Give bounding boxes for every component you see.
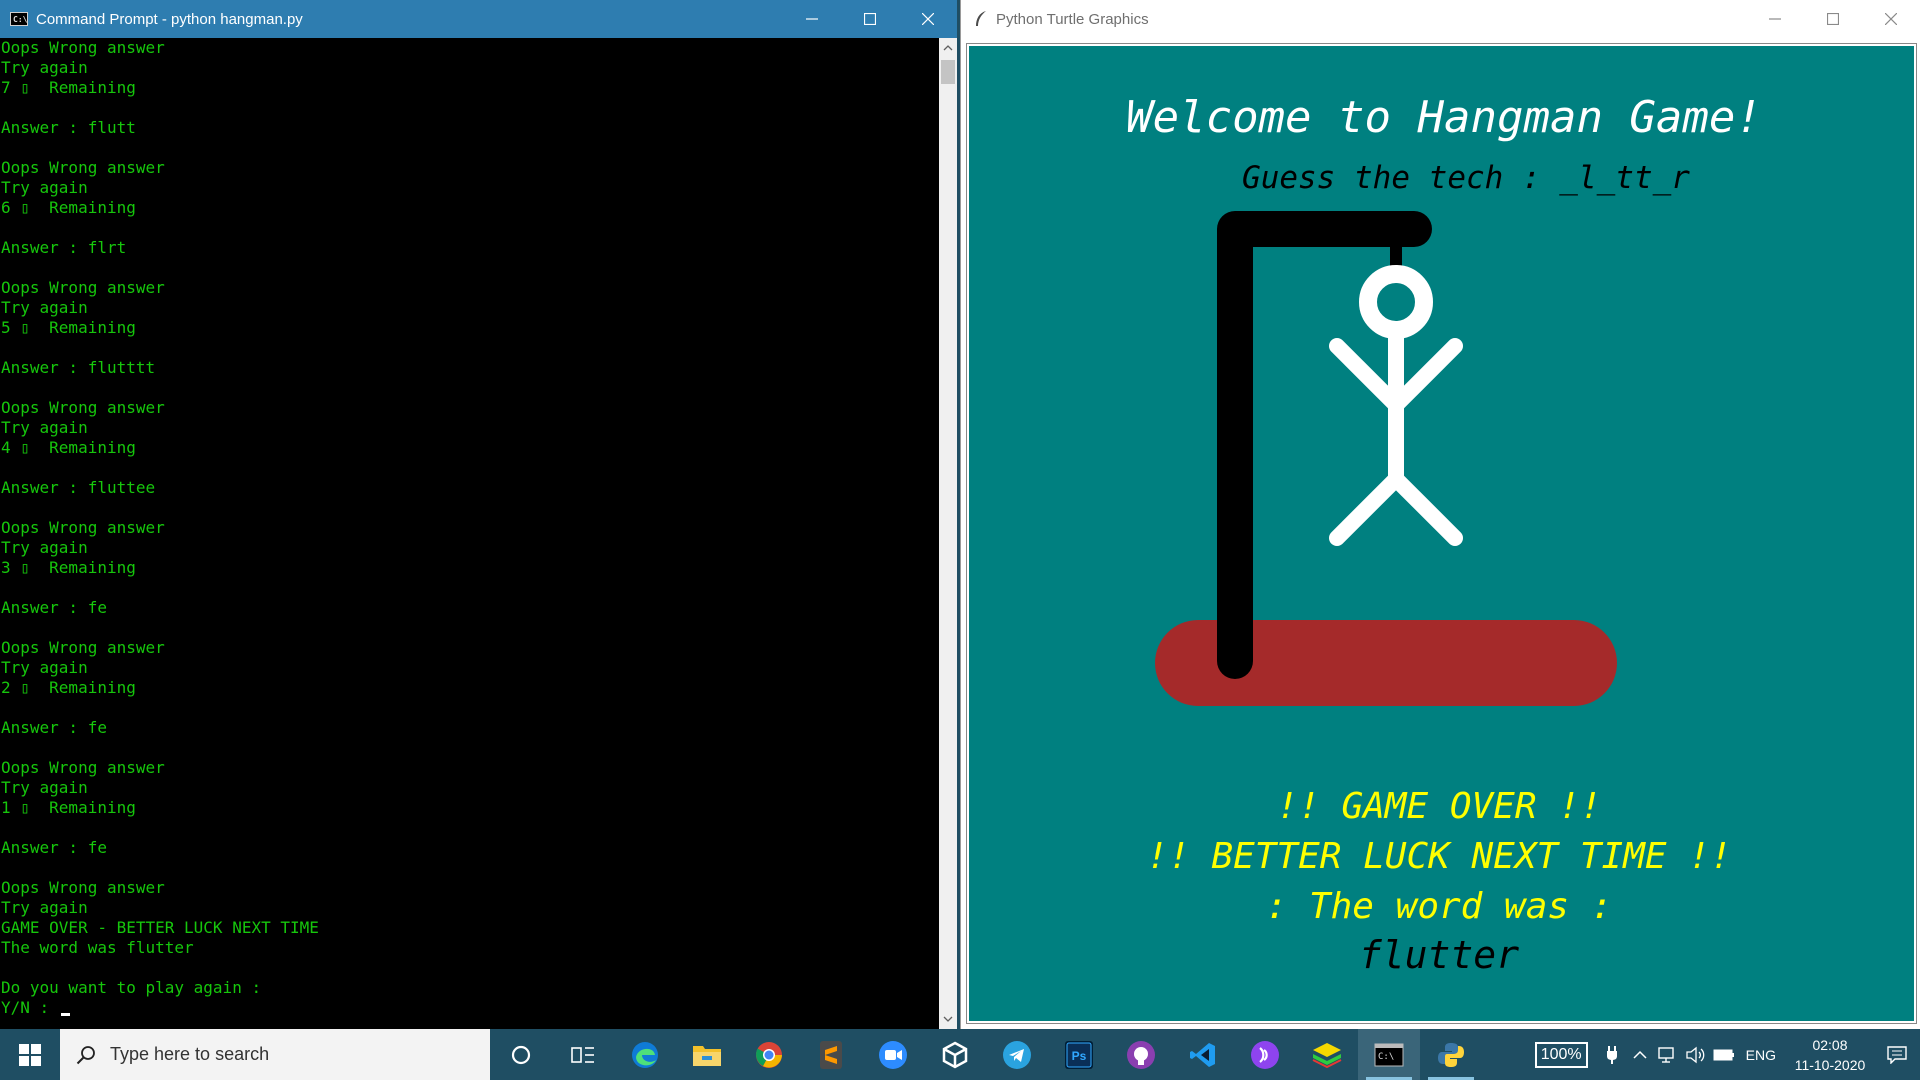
file-explorer-icon: [693, 1045, 721, 1066]
game-over-text: !! GAME OVER !!: [1276, 786, 1601, 827]
cmd-window-title: Command Prompt - python hangman.py: [36, 10, 303, 28]
zoom-icon: [879, 1040, 907, 1069]
guess-prompt: Guess the tech : _l_tt_r: [1242, 160, 1690, 196]
taskbar-app-vscode[interactable]: [1172, 1029, 1234, 1080]
vscode-icon: [1190, 1042, 1215, 1067]
github-desktop-icon: [1127, 1040, 1155, 1069]
taskbar-search-box[interactable]: Type here to search: [60, 1029, 490, 1080]
photoshop-icon: Ps: [1065, 1040, 1093, 1069]
vertical-scrollbar[interactable]: [939, 38, 957, 1029]
windows-logo-icon: [19, 1043, 41, 1066]
console-text: Oops Wrong answer Try again 7 ▯ Remainin…: [1, 38, 319, 1017]
taskbar-app-photoshop[interactable]: Ps: [1048, 1029, 1110, 1080]
taskbar-app-podcast[interactable]: [1234, 1029, 1296, 1080]
taskbar-app-python[interactable]: [1420, 1029, 1482, 1080]
minimize-button[interactable]: [1746, 0, 1804, 38]
search-icon: [76, 1045, 96, 1065]
chrome-icon: [756, 1041, 782, 1068]
command-prompt-icon: C:\: [10, 12, 28, 26]
console-output[interactable]: Oops Wrong answer Try again 7 ▯ Remainin…: [0, 38, 939, 1029]
maximize-button[interactable]: [1804, 0, 1862, 38]
clock-date: 11-10-2020: [1794, 1056, 1866, 1073]
taskbar-app-sublime-text[interactable]: [800, 1029, 862, 1080]
cmd-titlebar[interactable]: C:\ Command Prompt - python hangman.py: [0, 0, 957, 38]
command-prompt-window[interactable]: C:\ Command Prompt - python hangman.py O…: [0, 0, 957, 1029]
taskbar-app-telegram[interactable]: [986, 1029, 1048, 1080]
clock[interactable]: 02:08 11-10-2020: [1786, 1035, 1874, 1075]
network-icon[interactable]: [1654, 1046, 1682, 1064]
clock-time: 02:08: [1812, 1036, 1848, 1053]
maximize-button[interactable]: [841, 0, 899, 38]
gallows: [1217, 211, 1432, 679]
sublime-text-icon: [820, 1040, 842, 1069]
turtle-canvas[interactable]: Welcome to Hangman Game! Guess the tech …: [969, 46, 1914, 1021]
minimize-button[interactable]: [783, 0, 841, 38]
turtle-window-title: Python Turtle Graphics: [996, 10, 1149, 28]
scrollbar-thumb[interactable]: [941, 60, 955, 84]
task-view-icon: [571, 1046, 594, 1063]
action-center-button[interactable]: [1874, 1045, 1920, 1064]
cortana-button[interactable]: [490, 1029, 552, 1080]
podcast-icon: [1251, 1040, 1279, 1069]
taskbar-app-chrome[interactable]: [738, 1029, 800, 1080]
show-hidden-icons-chevron-icon[interactable]: [1626, 1050, 1654, 1060]
turtle-titlebar[interactable]: Python Turtle Graphics: [961, 0, 1920, 38]
close-button[interactable]: [1862, 0, 1920, 38]
taskbar-app-github-desktop[interactable]: [1110, 1029, 1172, 1080]
cortana-icon: [511, 1045, 531, 1064]
taskbar-app-command-prompt[interactable]: C:\: [1358, 1029, 1420, 1080]
unity-icon: [942, 1041, 968, 1068]
task-view-button[interactable]: [552, 1029, 614, 1080]
turtle-canvas-frame: Welcome to Hangman Game! Guess the tech …: [966, 43, 1917, 1024]
svg-text:Ps: Ps: [1072, 1049, 1087, 1063]
close-icon: [922, 13, 934, 25]
maximize-icon: [1827, 13, 1839, 25]
system-tray: 100% ENG 02:08 11-10-2020: [1534, 1029, 1920, 1080]
close-button[interactable]: [899, 0, 957, 38]
word-was-text: : The word was :: [1266, 886, 1613, 927]
hangman-head: [1359, 265, 1433, 339]
taskbar: Type here to search Ps C:\ 100% ENG 02:0…: [0, 1029, 1920, 1080]
edge-icon: [632, 1041, 658, 1068]
notification-icon: [1887, 1045, 1907, 1064]
turtle-window[interactable]: Python Turtle Graphics Welcome to Hangma…: [960, 0, 1920, 1029]
text-cursor: [60, 1013, 70, 1016]
welcome-heading: Welcome to Hangman Game!: [1126, 92, 1762, 143]
language-indicator[interactable]: ENG: [1746, 1047, 1776, 1063]
chevron-down-icon: [943, 1016, 953, 1022]
answer-word-text: flutter: [1359, 933, 1519, 977]
start-button[interactable]: [0, 1029, 60, 1080]
taskbar-app-bluestacks[interactable]: [1296, 1029, 1358, 1080]
better-luck-text: !! BETTER LUCK NEXT TIME !!: [1146, 836, 1731, 877]
taskbar-app-file-explorer[interactable]: [676, 1029, 738, 1080]
minimize-icon: [1769, 18, 1781, 20]
hangman-right-arm: [1388, 338, 1463, 413]
taskbar-app-unity[interactable]: [924, 1029, 986, 1080]
hangman-left-arm: [1329, 338, 1404, 413]
close-icon: [1885, 13, 1897, 25]
search-placeholder: Type here to search: [110, 1044, 270, 1064]
hangman-left-leg: [1329, 471, 1404, 546]
maximize-icon: [864, 13, 876, 25]
feather-icon: [974, 10, 988, 28]
command-prompt-icon: C:\: [1374, 1043, 1404, 1066]
scroll-up-button[interactable]: [939, 38, 957, 58]
battery-icon[interactable]: [1710, 1048, 1738, 1062]
taskbar-app-edge[interactable]: [614, 1029, 676, 1080]
taskbar-app-zoom[interactable]: [862, 1029, 924, 1080]
volume-icon[interactable]: [1682, 1046, 1710, 1064]
minimize-icon: [806, 18, 818, 20]
chevron-up-icon: [943, 45, 953, 51]
python-icon: [1438, 1042, 1464, 1067]
battery-percentage[interactable]: 100%: [1534, 1041, 1588, 1068]
hangman-right-leg: [1388, 471, 1463, 546]
bluestacks-icon: [1312, 1042, 1342, 1068]
power-plug-icon[interactable]: [1598, 1045, 1626, 1065]
telegram-icon: [1003, 1040, 1031, 1069]
scroll-down-button[interactable]: [939, 1009, 957, 1029]
svg-text:C:\: C:\: [1378, 1052, 1394, 1062]
hangman-figure: [1329, 265, 1463, 546]
